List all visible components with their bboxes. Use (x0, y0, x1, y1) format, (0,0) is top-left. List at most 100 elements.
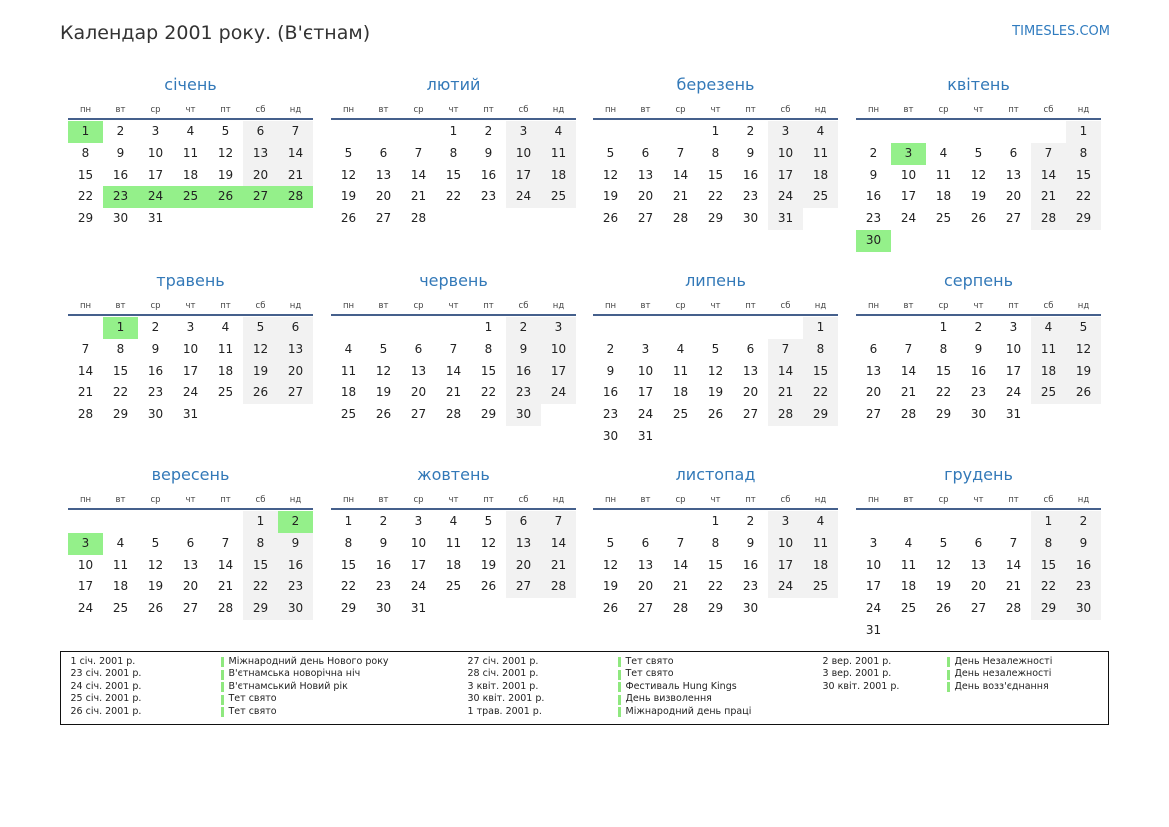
day-cell: 12 (707, 363, 724, 378)
weekday-label: нд (1077, 105, 1090, 115)
day-cell: 23 (1066, 576, 1101, 599)
holiday-day-cell: 30 (856, 229, 891, 252)
empty-cell (541, 598, 576, 620)
header-divider (331, 118, 576, 120)
weekday-label: пт (483, 105, 494, 115)
day-cell: 19 (1066, 360, 1101, 383)
day-cell: 4 (803, 511, 838, 533)
weekday-label: сб (255, 301, 266, 311)
day-cell: 5 (606, 145, 615, 160)
weekday-label: нд (814, 105, 827, 115)
day-cell: 30 (970, 407, 987, 422)
day-cell: 17 (865, 579, 882, 594)
empty-cell (996, 230, 1031, 252)
day-cell: 31 (637, 428, 654, 443)
day-cell: 26 (340, 211, 357, 226)
empty-cell (436, 317, 471, 339)
weekday-label: сб (780, 301, 791, 311)
month-name: вересень (151, 465, 230, 484)
day-cell: 7 (541, 511, 576, 533)
week-row: 29 30 31 (331, 598, 576, 620)
weekday-label: нд (552, 495, 565, 505)
day-cell: 18 (340, 385, 357, 400)
month-block: липень пн вт ср чт пт сб нд 1 2 3 4 5 6 7 8 9 10 11 12 13 14 1… (593, 268, 838, 450)
legend-entry: 1 трав. 2001 р. Міжнародний день праці (468, 706, 808, 719)
day-cell: 14 (672, 167, 689, 182)
weekday-label: ср (938, 301, 949, 311)
day-cell: 29 (803, 404, 838, 426)
month-block: грудень пн вт ср чт пт сб нд 1 2 3 4 5 6 7 8 9 10 11 12 13 14… (856, 462, 1101, 644)
day-cell: 12 (935, 557, 952, 572)
day-cell: 20 (637, 189, 654, 204)
day-cell: 8 (711, 145, 720, 160)
day-cell: 11 (445, 535, 462, 550)
day-cell: 18 (935, 189, 952, 204)
day-cell: 15 (1031, 554, 1066, 577)
holiday-marker (617, 707, 621, 717)
day-cell: 4 (676, 341, 685, 356)
weekday-label: пт (745, 495, 756, 505)
week-row: 12 (856, 511, 1101, 533)
weekday-header: пн вт ср чт пт сб нд (593, 494, 838, 506)
empty-cell (698, 426, 733, 448)
empty-cell (593, 317, 628, 339)
week-row: 9 10 11 12 13 14 15 (856, 164, 1101, 187)
day-cell: 6 (414, 341, 423, 356)
weekday-label: нд (1077, 301, 1090, 311)
day-cell: 28 (77, 407, 94, 422)
day-grid: 1 2 3 4 5 6 7 8 9 10 11 12 13 14 15 16 17 18 19 20 21 22 23 24 2… (331, 121, 576, 230)
month-block: вересень пн вт ср чт пт сб нд 1 2 3 4 5 6 7 8 9 10 11 12 13 1… (68, 462, 313, 644)
weekday-label: пт (483, 301, 494, 311)
day-cell: 11 (1031, 338, 1066, 361)
day-cell: 19 (217, 167, 234, 182)
month-block: березень пн вт ср чт пт сб нд 1 2 3 4 5 6 7 8 9 10 11 12 13 1… (593, 72, 838, 254)
day-cell: 25 (217, 385, 234, 400)
day-cell: 8 (449, 145, 458, 160)
empty-cell (663, 426, 698, 448)
holiday-date: 24 січ. 2001 р. (70, 680, 142, 692)
day-cell: 1 (939, 320, 948, 334)
day-cell: 29 (707, 601, 724, 616)
month-name: лютий (426, 75, 481, 94)
week-row: 30 31 (593, 426, 838, 448)
day-cell: 21 (541, 554, 576, 577)
header-divider (331, 508, 576, 510)
month-name: січень (164, 75, 217, 94)
day-cell: 9 (1066, 532, 1101, 555)
day-cell: 15 (707, 167, 724, 182)
empty-cell (628, 121, 663, 143)
day-cell: 19 (935, 579, 952, 594)
site-link[interactable]: TIMESLES.COM (1012, 24, 1110, 40)
weekday-label: пн (79, 105, 92, 115)
legend-column: 1 січ. 2001 р. Міжнародний день Нового ро… (71, 656, 411, 719)
day-cell: 18 (1031, 360, 1066, 383)
day-cell: 27 (1005, 211, 1022, 226)
day-cell: 27 (637, 601, 654, 616)
holiday-date: 30 квіт. 2001 р. (467, 693, 545, 704)
day-cell: 18 (445, 557, 462, 572)
empty-cell (331, 317, 366, 339)
empty-cell (208, 404, 243, 426)
day-cell: 3 (641, 341, 650, 356)
weekday-label: нд (814, 495, 827, 505)
day-cell: 26 (970, 211, 987, 226)
holiday-day-cell: 27 (243, 186, 278, 209)
day-cell: 2 (746, 514, 755, 528)
day-cell: 27 (278, 382, 313, 405)
day-cell: 29 (1031, 598, 1066, 620)
day-cell: 26 (147, 601, 164, 616)
weekday-label: вт (640, 105, 651, 115)
empty-cell (208, 511, 243, 533)
day-cell: 16 (742, 557, 759, 572)
day-cell: 29 (112, 407, 129, 422)
day-cell: 8 (484, 341, 493, 356)
day-cell: 27 (742, 407, 759, 422)
week-row: 3 4 5 6 789 (856, 532, 1101, 555)
week-row: 5 6 7 8 9 10 11 (593, 142, 838, 165)
day-cell: 17 (541, 360, 576, 383)
holiday-day-cell: 25 (173, 186, 208, 209)
holiday-name: Тет свято (625, 668, 674, 679)
day-cell: 28 (445, 407, 462, 422)
holiday-name: Тет свято (228, 693, 277, 704)
day-grid: 1 2 3 4 5 6 7 8 9 10 11 12 13 14 15 16 17 18 19 20 21 22 23 24 2… (856, 317, 1101, 426)
